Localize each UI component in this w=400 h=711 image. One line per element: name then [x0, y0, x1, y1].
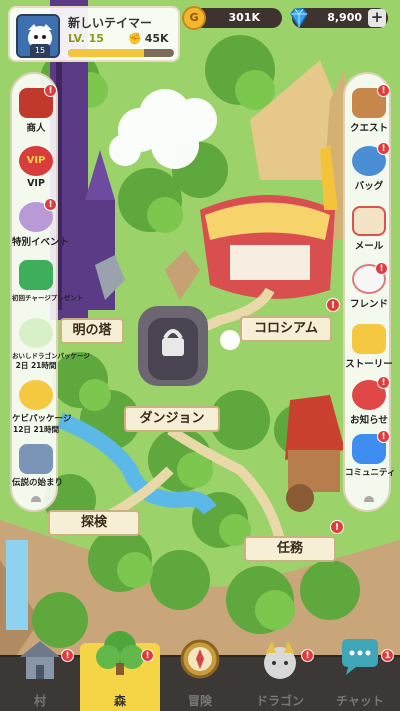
avatar-level-badge: 15	[30, 44, 50, 56]
kebi-package-icon	[19, 380, 53, 410]
notification-badge: !	[44, 198, 57, 211]
side-item-mail[interactable]: メール	[345, 206, 393, 252]
side-item-vip[interactable]: VIP VIP	[12, 146, 60, 189]
fist-icon: ✊	[128, 32, 142, 45]
tab-village[interactable]: ! 村	[0, 641, 80, 711]
notification-badge: !	[141, 649, 154, 662]
tab-label: 村	[33, 694, 46, 708]
side-item-label: 特別イベント	[12, 237, 70, 248]
avatar[interactable]: 15	[16, 14, 60, 58]
notification-badge: !	[61, 649, 74, 662]
panel-handle	[364, 496, 374, 502]
side-item-notice[interactable]: ! お知らせ	[345, 376, 393, 426]
tab-chat[interactable]: 1 チャット	[320, 639, 400, 711]
map-location-dungeon[interactable]: ダンジョン	[124, 406, 220, 432]
gold-value: 301K	[228, 11, 261, 24]
dragon-icon	[264, 641, 296, 679]
side-item-label: フレンド	[349, 299, 388, 310]
right-side-menu: ! クエスト ! バッグ メール ! フレンド ストーリー ! お知らせ ! コ…	[343, 72, 396, 512]
side-item-dragon-package[interactable]: おいしドラゴンパッケージ 2日 21時間	[12, 318, 90, 371]
tab-forest[interactable]: ! 森	[80, 631, 160, 711]
side-item-label: コミュニティ	[345, 468, 396, 478]
side-item-label: クエスト	[349, 123, 388, 134]
merchant-icon: !	[19, 84, 57, 118]
gem-counter[interactable]: 8,900 +	[290, 8, 388, 29]
mail-icon	[352, 206, 386, 236]
forest-icon	[96, 631, 144, 675]
side-item-label: おいしドラゴンパッケージ	[12, 352, 90, 360]
mission-badge: !	[330, 520, 344, 534]
side-item-label: VIP	[27, 178, 45, 189]
notification-badge: !	[375, 262, 388, 275]
tab-dragon[interactable]: ! ドラゴン	[240, 641, 320, 711]
side-item-community[interactable]: ! コミュニティ	[345, 430, 396, 478]
compass-icon	[180, 639, 220, 679]
player-name: 新しいテイマー	[68, 16, 153, 30]
notification-badge: 1	[381, 649, 394, 662]
tab-label: 森	[113, 694, 126, 708]
side-item-timer: 2日 21時間	[15, 361, 57, 370]
side-item-label: 初回チャージプレゼント	[12, 294, 84, 302]
player-level: LV. 15	[68, 32, 104, 45]
notification-badge: !	[301, 649, 314, 662]
add-gems-button[interactable]: +	[368, 9, 386, 27]
friend-icon: !	[352, 262, 388, 294]
vip-icon: VIP	[19, 146, 53, 176]
notification-badge: !	[377, 84, 390, 97]
side-item-label: バッグ	[354, 181, 384, 192]
combat-power: ✊ 45K	[128, 32, 169, 45]
side-item-friend[interactable]: ! フレンド	[345, 262, 393, 310]
side-item-label: お知らせ	[350, 415, 388, 426]
side-item-timer: 12日 21時間	[13, 425, 59, 434]
side-item-label: メール	[354, 241, 384, 252]
gold-coin-icon: G	[182, 6, 206, 30]
gold-counter[interactable]: G 301K	[182, 6, 282, 30]
side-item-legend[interactable]: 伝説の始まり	[12, 444, 64, 488]
side-item-kebi-package[interactable]: ケビパッケージ 12日 21時間	[12, 380, 72, 435]
chat-icon	[342, 639, 378, 675]
side-item-story[interactable]: ストーリー	[345, 324, 393, 370]
story-icon	[352, 324, 386, 354]
notification-badge: !	[44, 84, 57, 97]
first-charge-icon	[19, 260, 53, 290]
side-item-special-event[interactable]: ! 特別イベント	[12, 198, 70, 248]
map-location-tower[interactable]: 明の塔	[60, 318, 124, 344]
tab-adventure[interactable]: 冒険	[160, 639, 240, 711]
map-location-explore[interactable]: 探検	[48, 510, 140, 536]
quest-icon: !	[352, 84, 390, 118]
notification-badge: !	[377, 376, 390, 389]
xp-bar-fill	[68, 49, 145, 57]
megaphone-icon: !	[352, 376, 390, 410]
legend-icon	[19, 444, 53, 474]
player-profile-card[interactable]: 15 新しいテイマー LV. 15 ✊ 45K	[8, 6, 180, 62]
side-item-label: ストーリー	[345, 359, 393, 370]
panel-handle	[31, 496, 41, 502]
event-icon: !	[19, 198, 57, 232]
community-icon: !	[352, 430, 390, 464]
left-side-menu: ! 商人 VIP VIP ! 特別イベント 初回チャージプレゼント おいしドラゴ…	[10, 72, 90, 512]
notification-badge: !	[377, 430, 390, 443]
map-location-mission[interactable]: 任務	[244, 536, 336, 562]
side-item-label: 商人	[26, 123, 46, 134]
combat-power-value: 45K	[144, 32, 169, 45]
side-item-label: 伝説の始まり	[12, 478, 64, 488]
side-item-bag[interactable]: ! バッグ	[345, 142, 393, 192]
tab-label: ドラゴン	[255, 694, 304, 708]
side-item-label: ケビパッケージ	[12, 414, 72, 424]
colosseum-badge: !	[326, 298, 340, 312]
side-item-merchant[interactable]: ! 商人	[12, 84, 60, 134]
side-item-first-charge[interactable]: 初回チャージプレゼント	[12, 260, 84, 302]
diamond-icon	[290, 8, 308, 29]
gem-value: 8,900	[327, 11, 362, 24]
bottom-navigation: ! 村 ! 森 冒険 ! ドラゴン 1 チャット	[0, 631, 400, 711]
tab-label: 冒険	[187, 694, 212, 708]
dragon-package-icon	[19, 318, 53, 348]
notification-badge: !	[377, 142, 390, 155]
map-location-colosseum[interactable]: コロシアム	[240, 316, 332, 342]
bag-icon: !	[352, 142, 390, 176]
xp-bar	[68, 49, 174, 57]
side-item-quest[interactable]: ! クエスト	[345, 84, 393, 134]
village-icon	[20, 641, 60, 679]
tab-label: チャット	[336, 694, 384, 708]
